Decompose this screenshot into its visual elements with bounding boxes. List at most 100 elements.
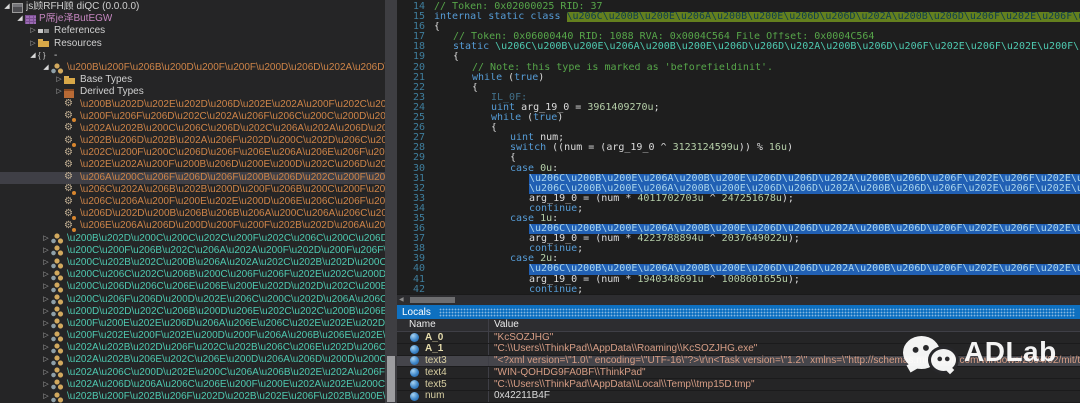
code-line[interactable]: 34continue; [397,204,1080,214]
collapsed-arrow-icon[interactable]: ▷ [41,281,51,293]
tree-item[interactable]: ▷Resources [0,38,385,50]
tree-item[interactable]: ▷Base Types [0,74,385,86]
tree-item[interactable]: ▷\u202A\u206D\u206A\u206C\u206E\u200F\u2… [0,379,385,391]
code-line[interactable]: 24uint arg_19_0 = 3961409270u; [397,103,1080,113]
expanded-arrow-icon[interactable]: ◢ [15,13,25,25]
tree-item[interactable]: ◢js顾RFH顾 diQC (0.0.0.0) [0,1,385,13]
tree-item[interactable]: ▷\u200D\u202D\u202C\u206B\u200D\u206E\u2… [0,306,385,318]
code-line[interactable]: 16{ [397,22,1080,32]
tree-item[interactable]: ▷\u202A\u206C\u200D\u202E\u200C\u206A\u2… [0,367,385,379]
code-line[interactable]: 15internal static class \u206C\u200B\u20… [397,12,1080,22]
collapsed-arrow-icon[interactable]: ▷ [41,330,51,342]
tree-item[interactable]: \u202A\u202B\u200C\u206C\u206D\u202C\u20… [0,123,385,135]
tree-item[interactable]: \u202B\u206D\u202B\u202A\u206F\u202D\u20… [0,135,385,147]
tree-item[interactable]: ▷References [0,25,385,37]
tree-item[interactable]: \u206E\u206A\u206D\u200D\u200F\u200F\u20… [0,220,385,232]
tree-item[interactable]: ▷\u200C\u202B\u202C\u200B\u206A\u202A\u2… [0,257,385,269]
tree-item[interactable]: ▷ \u202B\u200F\u202B\u206F\u202D\u202B\u2… [0,391,385,403]
collapsed-arrow-icon[interactable]: ▷ [41,269,51,281]
code-line[interactable]: 32\u206C\u200B\u200E\u206A\u200B\u200E\u… [397,184,1080,194]
locals-row[interactable]: text5"C:\\Users\\ThinkPad\\AppData\\Loca… [397,379,1080,391]
tree-item[interactable]: ▷\u202A\u202B\u202D\u206F\u202C\u202B\u2… [0,342,385,354]
collapsed-arrow-icon[interactable]: ▷ [54,74,64,86]
code-line[interactable]: 25while (true) [397,113,1080,123]
tree-item[interactable]: ▷\u200F\u202E\u200F\u202E\u200D\u200F\u2… [0,330,385,342]
tree-item[interactable]: ◢\u200B\u200F\u206B\u200D\u200F\u200F\u2… [0,62,385,74]
collapsed-arrow-icon[interactable]: ▷ [28,38,38,50]
scroll-left-arrow-icon[interactable]: ◀ [399,296,404,303]
code-line[interactable]: 36\u206C\u200B\u200E\u206A\u200B\u200E\u… [397,224,1080,234]
tree-item[interactable]: \u202E\u202A\u200F\u200B\u206D\u200E\u20… [0,159,385,171]
code-line[interactable]: 30case 0u: [397,164,1080,174]
tree-item[interactable]: ▷\u200C\u206F\u206D\u200D\u202E\u206C\u2… [0,294,385,306]
tree-item[interactable]: ▷\u200F\u200E\u202E\u206D\u206A\u206E\u2… [0,318,385,330]
tree-scrollbar-thumb[interactable] [387,356,395,402]
code-editor[interactable]: 14// Token: 0x02000025 RID: 3715internal… [397,0,1080,294]
code-line[interactable]: 38continue; [397,244,1080,254]
collapsed-arrow-icon[interactable]: ▷ [41,245,51,257]
expanded-arrow-icon[interactable]: ◢ [28,50,38,62]
expanded-arrow-icon[interactable]: ◢ [41,62,51,74]
code-line[interactable]: 35case 1u: [397,214,1080,224]
collapsed-arrow-icon[interactable]: ▷ [41,379,51,391]
locals-name-column-header[interactable]: Name [397,319,489,331]
tree-item[interactable]: ▷\u200B\u202D\u200C\u200C\u202C\u200F\u2… [0,233,385,245]
collapsed-arrow-icon[interactable]: ▷ [28,25,38,37]
tree-item[interactable]: \u202C\u200F\u200C\u206D\u206F\u206E\u20… [0,147,385,159]
tree-item[interactable]: \u206C\u206A\u200F\u200E\u202E\u200D\u20… [0,196,385,208]
locals-row[interactable]: num0x42211B4F [397,391,1080,403]
tree-item[interactable]: ▷\u202A\u202B\u206E\u202C\u206E\u200D\u2… [0,354,385,366]
tree-item[interactable]: ▷\u200C\u206C\u202C\u206B\u200C\u206F\u2… [0,269,385,281]
code-line[interactable]: 27uint num; [397,133,1080,143]
expanded-arrow-icon[interactable]: ◢ [2,1,12,13]
code-line[interactable]: 23IL_0F: [397,93,1080,103]
code-line[interactable]: 40\u206C\u200B\u200E\u206A\u200B\u200E\u… [397,264,1080,274]
collapsed-arrow-icon[interactable]: ▷ [41,233,51,245]
code-line[interactable]: 18static \u206C\u200B\u200E\u206A\u200B\… [397,42,1080,52]
collapsed-arrow-icon[interactable]: ▷ [41,257,51,269]
code-line[interactable]: 29{ [397,153,1080,163]
tree-item[interactable]: \u206A\u200C\u206F\u206D\u206F\u200B\u20… [0,172,385,184]
locals-panel-titlebar[interactable]: Locals [397,305,1080,319]
code-line[interactable]: 17// Token: 0x06000440 RID: 1088 RVA: 0x… [397,32,1080,42]
line-number: 35 [397,214,434,224]
tree-item[interactable]: \u206D\u202D\u200B\u206B\u206B\u206A\u20… [0,208,385,220]
code-line[interactable]: 42continue; [397,285,1080,294]
tree-item[interactable]: \u200F\u206F\u206D\u202C\u202A\u206F\u20… [0,111,385,123]
tree-item[interactable]: ▷\u200C\u200F\u206B\u202C\u206A\u202A\u2… [0,245,385,257]
code-scrollbar-thumb[interactable] [410,297,455,303]
collapsed-arrow-icon[interactable]: ▷ [41,294,51,306]
code-line[interactable]: 19{ [397,52,1080,62]
collapsed-arrow-icon[interactable]: ▷ [41,367,51,379]
code-line[interactable]: 41arg_19_0 = (num * 1940348691u ^ 100860… [397,275,1080,285]
collapsed-arrow-icon[interactable]: ▷ [54,86,64,98]
tree-item[interactable]: ◢- [0,50,385,62]
tree-item[interactable]: \u200B\u202D\u202E\u202D\u206D\u202E\u20… [0,99,385,111]
code-line[interactable]: 31\u206C\u200B\u200E\u206A\u200B\u200E\u… [397,174,1080,184]
tree-item[interactable]: ◢P席je泽ButEGW [0,13,385,25]
class-icon [51,355,64,366]
collapsed-arrow-icon[interactable]: ▷ [41,306,51,318]
locals-panel-title: Locals [402,307,431,318]
code-line[interactable]: 14// Token: 0x02000025 RID: 37 [397,2,1080,12]
code-line[interactable]: 37arg_19_0 = (num * 4223788894u ^ 203764… [397,234,1080,244]
code-line[interactable]: 33arg_19_0 = (num * 4011702703u ^ 247251… [397,194,1080,204]
code-line[interactable]: 20// Note: this type is marked as 'befor… [397,63,1080,73]
assembly-tree[interactable]: ◢js顾RFH顾 diQC (0.0.0.0)◢P席je泽ButEGW▷Refe… [0,0,385,403]
code-line[interactable]: 28switch ((num = (arg_19_0 ^ 3123124599u… [397,143,1080,153]
indent-spacer [0,202,54,203]
code-horizontal-scrollbar[interactable]: ◀ [397,294,1080,305]
collapsed-arrow-icon[interactable]: ▷ [41,318,51,330]
collapsed-arrow-icon[interactable]: ▷ [41,391,51,403]
tree-item[interactable]: \u206C\u202A\u206B\u202B\u200D\u200F\u20… [0,184,385,196]
code-line[interactable]: 39case 2u: [397,254,1080,264]
tree-item[interactable]: ▷\u200C\u206D\u206C\u206E\u206E\u200E\u2… [0,281,385,293]
code-line[interactable]: 21while (true) [397,73,1080,83]
tree-item[interactable]: ▷Derived Types [0,86,385,98]
code-line[interactable]: 26{ [397,123,1080,133]
collapsed-arrow-icon[interactable]: ▷ [41,342,51,354]
collapsed-arrow-icon[interactable]: ▷ [41,354,51,366]
code-line[interactable]: 22{ [397,83,1080,93]
tree-vertical-scrollbar[interactable] [385,0,397,403]
tree-item-label: \u202B\u200F\u202B\u206F\u202D\u202B\u20… [67,391,385,403]
